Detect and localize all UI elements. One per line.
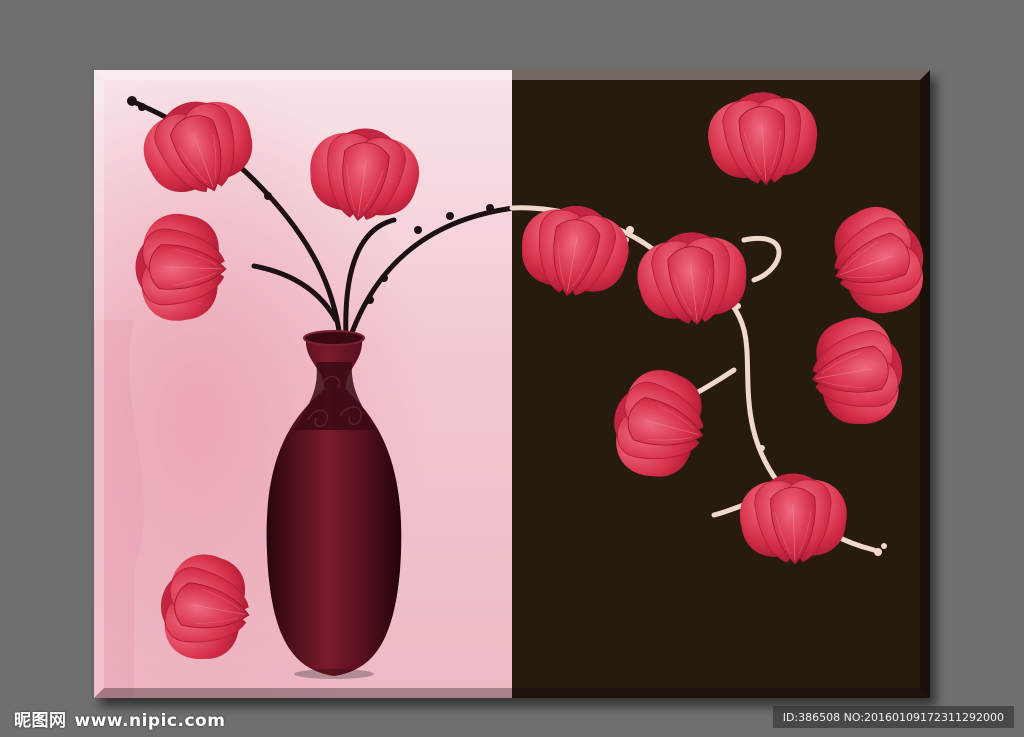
watermark-site-url: www.nipic.com: [74, 711, 226, 731]
watermark-site: 昵图网 www.nipic.com: [14, 706, 225, 731]
watermark-image-id: ID:386508 NO:20160109172311292000: [782, 710, 1004, 724]
watermark-image-info: ID:386508 NO:20160109172311292000: [772, 706, 1014, 728]
painting-artwork: [94, 70, 930, 698]
watermark-site-name: 昵图网: [14, 711, 67, 731]
canvas-print: [94, 70, 930, 698]
